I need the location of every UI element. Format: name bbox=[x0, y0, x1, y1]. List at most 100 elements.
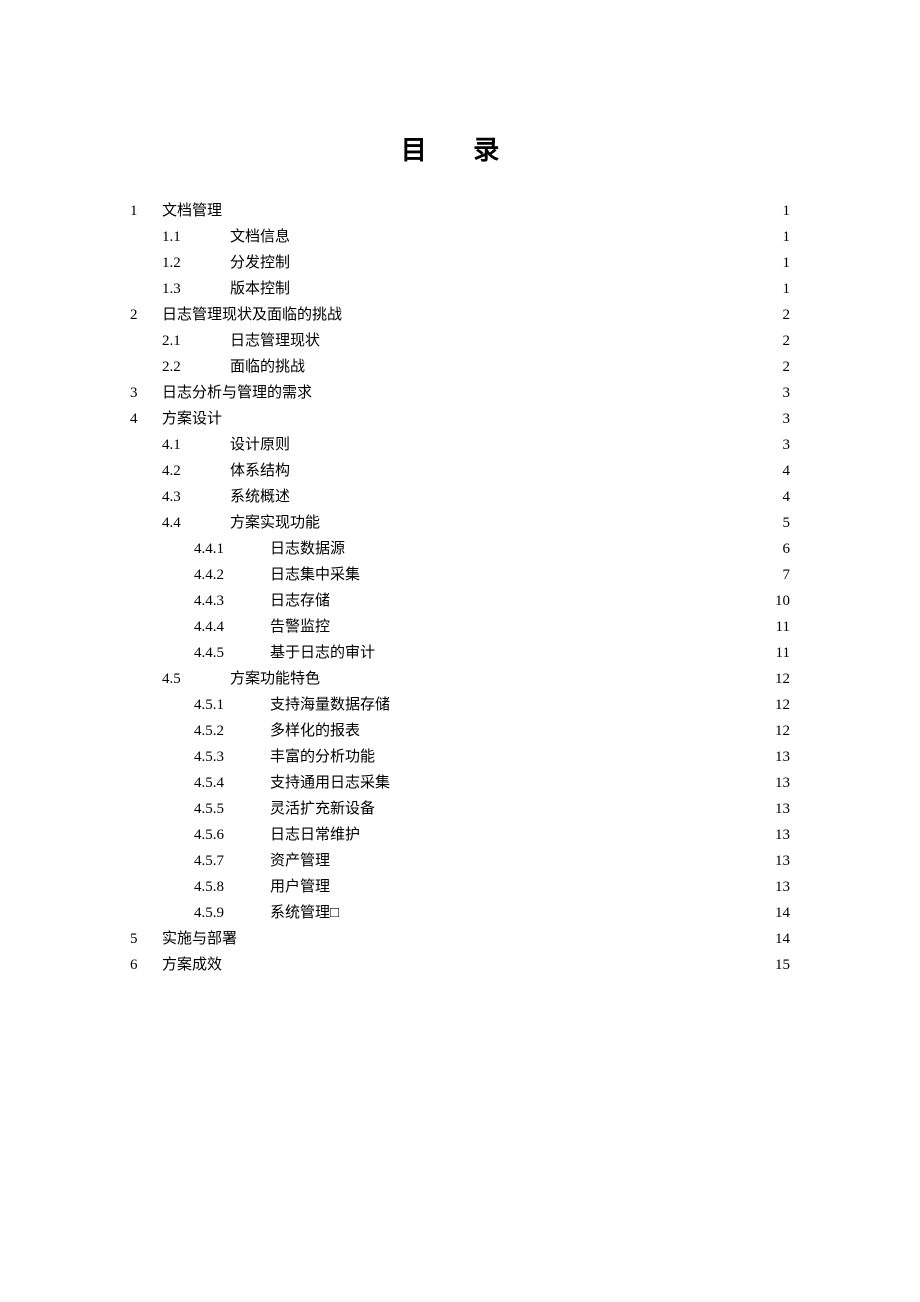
toc-entry: 4.5.1支持海量数据存储 12 bbox=[130, 693, 790, 717]
toc-entry-number: 2.1 bbox=[162, 329, 210, 353]
toc-entry: 4.5.4支持通用日志采集13 bbox=[130, 771, 790, 795]
toc-entry: 4.2体系结构4 bbox=[130, 459, 790, 483]
toc-entry-page: 7 bbox=[770, 563, 790, 587]
toc-entry-text: 系统管理□ bbox=[250, 901, 339, 925]
toc-entry-text: 支持通用日志采集 bbox=[250, 771, 390, 795]
toc-entry: 1.2分发控制1 bbox=[130, 251, 790, 275]
toc-entry-page: 4 bbox=[770, 485, 790, 509]
toc-entry-page: 11 bbox=[770, 615, 790, 639]
toc-entry-text: 日志数据源 bbox=[250, 537, 345, 561]
toc-entry-text: 基于日志的审计 bbox=[250, 641, 375, 665]
toc-entry-page: 12 bbox=[770, 719, 790, 743]
toc-entry-text: 方案实现功能 bbox=[210, 511, 320, 535]
toc-entry-text: 日志集中采集 bbox=[250, 563, 360, 587]
toc-entry: 4.5.5灵活扩充新设备13 bbox=[130, 797, 790, 821]
toc-entry-number: 4.1 bbox=[162, 433, 210, 457]
toc-entry-number: 4.3 bbox=[162, 485, 210, 509]
toc-entry-number: 4.5.2 bbox=[194, 719, 250, 743]
toc-entry-page: 2 bbox=[770, 303, 790, 327]
toc-entry: 4方案设计 3 bbox=[130, 407, 790, 431]
toc-entry-number: 4.4.3 bbox=[194, 589, 250, 613]
toc-entry: 4.4方案实现功能5 bbox=[130, 511, 790, 535]
toc-title: 目 录 bbox=[130, 130, 790, 167]
toc-entry-page: 13 bbox=[770, 771, 790, 795]
toc-entry-number: 4.4.5 bbox=[194, 641, 250, 665]
toc-entry-text: 日志日常维护 bbox=[250, 823, 360, 847]
toc-entry-number: 2 bbox=[130, 303, 162, 327]
toc-entry-page: 13 bbox=[770, 745, 790, 769]
toc-entry-text: 面临的挑战 bbox=[210, 355, 305, 379]
toc-entry: 4.5.6日志日常维护 13 bbox=[130, 823, 790, 847]
toc-entry-number: 3 bbox=[130, 381, 162, 405]
toc-entry-text: 文档信息 bbox=[210, 225, 290, 249]
toc-entry: 1文档管理1 bbox=[130, 199, 790, 223]
toc-entry-text: 告警监控 bbox=[250, 615, 330, 639]
toc-entry-text: 支持海量数据存储 bbox=[250, 693, 390, 717]
toc-entry-page: 3 bbox=[770, 381, 790, 405]
toc-entry-number: 4.5.7 bbox=[194, 849, 250, 873]
toc-entry-number: 1.1 bbox=[162, 225, 210, 249]
toc-entry-number: 4.5.1 bbox=[194, 693, 250, 717]
toc-entry: 4.5.8用户管理 13 bbox=[130, 875, 790, 899]
toc-entry: 4.4.5基于日志的审计 11 bbox=[130, 641, 790, 665]
toc-entry-number: 4.5.5 bbox=[194, 797, 250, 821]
toc-entry: 2日志管理现状及面临的挑战2 bbox=[130, 303, 790, 327]
toc-entry-number: 4.5.9 bbox=[194, 901, 250, 925]
toc-entry-text: 日志存储 bbox=[250, 589, 330, 613]
toc-entry: 2.2面临的挑战 2 bbox=[130, 355, 790, 379]
toc-entry-page: 14 bbox=[770, 927, 790, 951]
toc-entry-number: 2.2 bbox=[162, 355, 210, 379]
toc-entry-number: 6 bbox=[130, 953, 162, 977]
toc-entry-page: 12 bbox=[770, 693, 790, 717]
toc-entry-number: 4.4.1 bbox=[194, 537, 250, 561]
toc-entry-text: 文档管理 bbox=[162, 199, 222, 223]
toc-entry-text: 方案设计 bbox=[162, 407, 222, 431]
toc-entry-text: 设计原则 bbox=[210, 433, 290, 457]
toc-entry-text: 多样化的报表 bbox=[250, 719, 360, 743]
toc-entry-page: 6 bbox=[770, 537, 790, 561]
toc-entry-page: 11 bbox=[770, 641, 790, 665]
toc-entry: 4.5.7资产管理13 bbox=[130, 849, 790, 873]
toc-entry: 1.1文档信息 1 bbox=[130, 225, 790, 249]
toc-entry-page: 2 bbox=[770, 355, 790, 379]
toc-entry-page: 13 bbox=[770, 823, 790, 847]
toc-entry: 4.5.9系统管理□14 bbox=[130, 901, 790, 925]
toc-entry: 4.4.4告警监控 11 bbox=[130, 615, 790, 639]
toc-entry-text: 体系结构 bbox=[210, 459, 290, 483]
document-page: 目 录 1文档管理11.1文档信息11.2分发控制11.3版本控制12日志管理现… bbox=[0, 0, 920, 1302]
toc-entry-text: 丰富的分析功能 bbox=[250, 745, 375, 769]
toc-entry: 5实施与部署14 bbox=[130, 927, 790, 951]
toc-entry-text: 资产管理 bbox=[250, 849, 330, 873]
toc-entry-number: 4.4.4 bbox=[194, 615, 250, 639]
toc-entry-page: 1 bbox=[770, 277, 790, 301]
toc-entry-number: 4.5.8 bbox=[194, 875, 250, 899]
toc-entry: 4.5方案功能特色12 bbox=[130, 667, 790, 691]
toc-body: 1文档管理11.1文档信息11.2分发控制11.3版本控制12日志管理现状及面临… bbox=[130, 199, 790, 977]
toc-entry-page: 12 bbox=[770, 667, 790, 691]
toc-entry-text: 分发控制 bbox=[210, 251, 290, 275]
toc-entry-text: 日志管理现状及面临的挑战 bbox=[162, 303, 342, 327]
toc-entry-page: 1 bbox=[770, 225, 790, 249]
toc-entry-number: 1.3 bbox=[162, 277, 210, 301]
toc-entry-page: 3 bbox=[770, 407, 790, 431]
toc-entry-page: 13 bbox=[770, 875, 790, 899]
toc-entry-text: 方案成效 bbox=[162, 953, 222, 977]
toc-entry: 4.4.3日志存储 10 bbox=[130, 589, 790, 613]
toc-entry-page: 2 bbox=[770, 329, 790, 353]
toc-entry: 6方案成效15 bbox=[130, 953, 790, 977]
toc-entry-text: 用户管理 bbox=[250, 875, 330, 899]
toc-entry-number: 1 bbox=[130, 199, 162, 223]
toc-entry-text: 实施与部署 bbox=[162, 927, 237, 951]
toc-entry-page: 5 bbox=[770, 511, 790, 535]
toc-entry: 4.3系统概述 4 bbox=[130, 485, 790, 509]
toc-entry-text: 系统概述 bbox=[210, 485, 290, 509]
toc-entry-number: 1.2 bbox=[162, 251, 210, 275]
toc-entry-number: 4.5.6 bbox=[194, 823, 250, 847]
toc-entry-text: 方案功能特色 bbox=[210, 667, 320, 691]
toc-entry-text: 日志管理现状 bbox=[210, 329, 320, 353]
toc-entry: 4.4.2日志集中采集7 bbox=[130, 563, 790, 587]
toc-entry-page: 4 bbox=[770, 459, 790, 483]
toc-entry-page: 10 bbox=[770, 589, 790, 613]
toc-entry-number: 4 bbox=[130, 407, 162, 431]
toc-entry: 2.1日志管理现状 2 bbox=[130, 329, 790, 353]
